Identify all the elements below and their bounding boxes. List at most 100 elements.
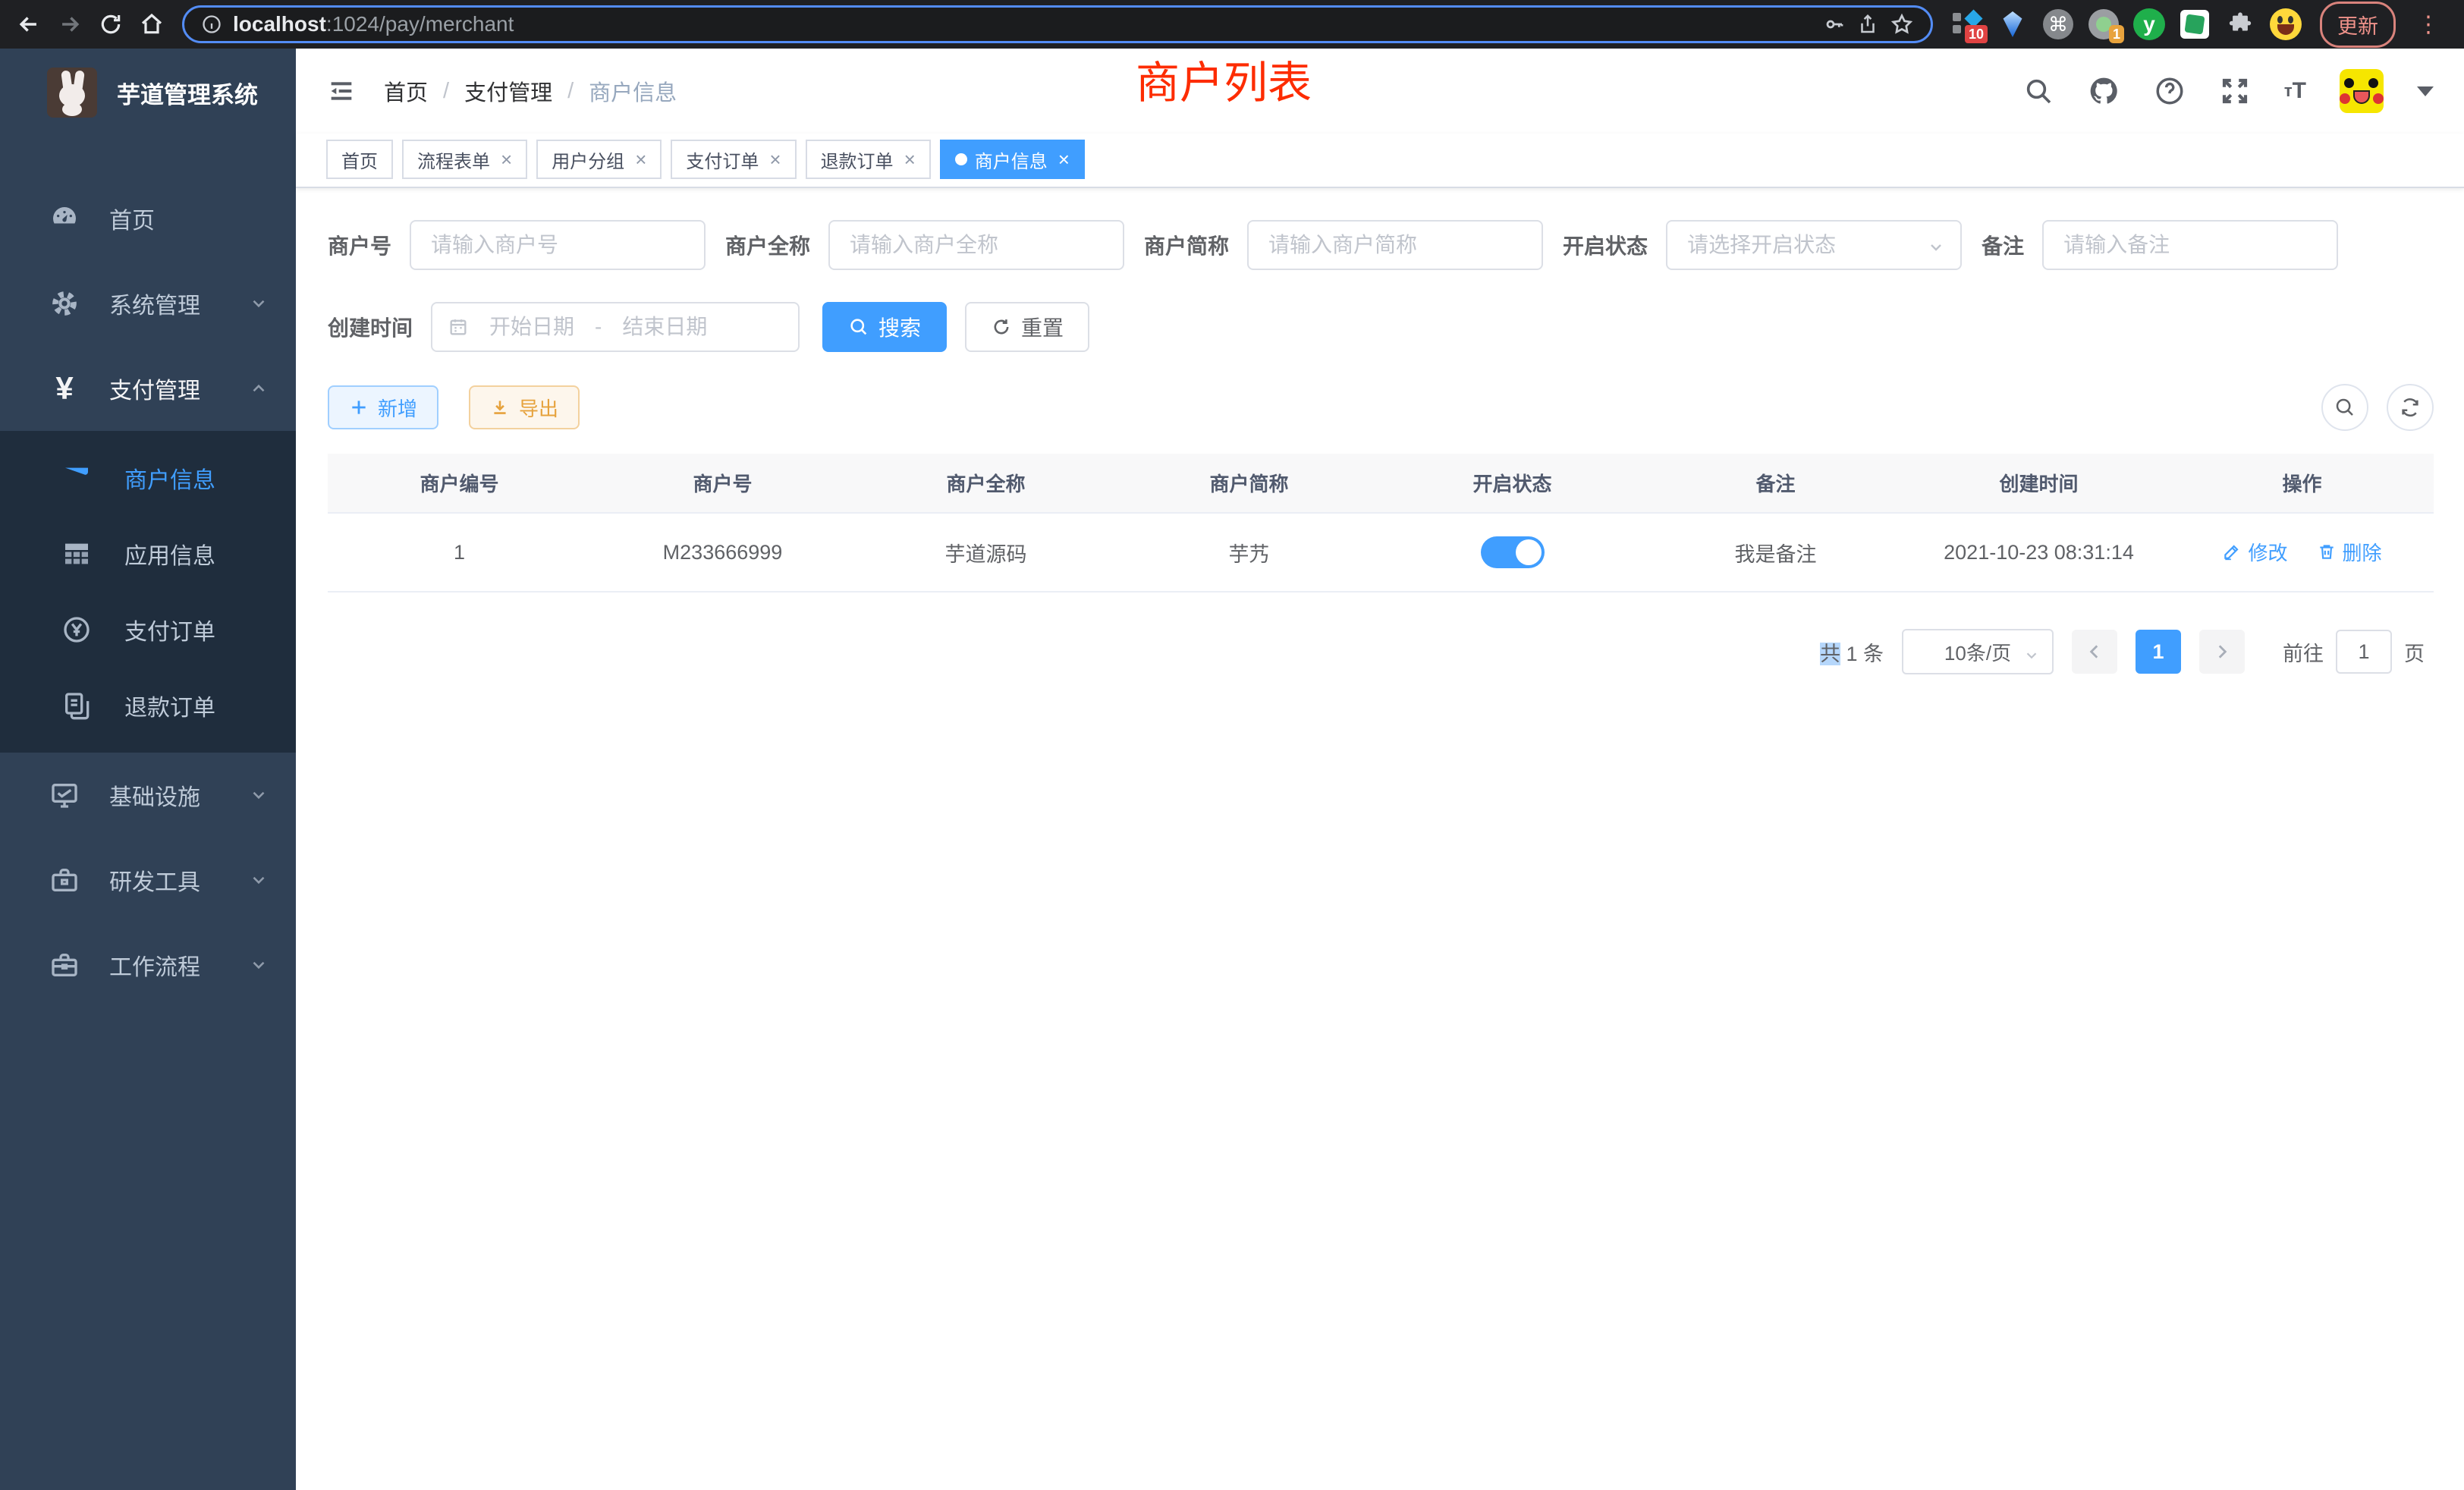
ext-emoji-icon[interactable] xyxy=(2270,8,2302,40)
ext-y-icon[interactable]: y xyxy=(2133,8,2165,40)
page-number-current[interactable]: 1 xyxy=(2136,630,2181,674)
sidebar-logo-row[interactable]: 芋道管理系统 xyxy=(0,49,296,137)
address-bar[interactable]: localhost:1024/pay/merchant xyxy=(182,5,1933,43)
status-toggle[interactable] xyxy=(1481,536,1545,568)
grid-table-icon xyxy=(59,539,94,569)
sidebar-item-label: 商户信息 xyxy=(124,461,215,495)
status-select[interactable] xyxy=(1666,220,1962,270)
refresh-table-icon[interactable] xyxy=(2387,384,2434,431)
page-unit-label: 页 xyxy=(2404,637,2425,667)
ext-tampermonkey-icon[interactable]: 10 xyxy=(1951,8,1983,40)
prev-page-button[interactable] xyxy=(2072,630,2117,674)
share-icon[interactable] xyxy=(1856,13,1879,36)
help-icon[interactable] xyxy=(2154,75,2186,107)
sidebar-item-label: 首页 xyxy=(109,202,155,235)
password-key-icon[interactable] xyxy=(1823,13,1846,36)
tab-flow-form[interactable]: 流程表单× xyxy=(402,140,527,179)
tab-user-group[interactable]: 用户分组× xyxy=(536,140,662,179)
url-path: :1024/pay/merchant xyxy=(326,12,514,36)
sidebar-item-payment[interactable]: ¥ 支付管理 xyxy=(0,346,296,431)
avatar-caret-icon[interactable] xyxy=(2417,86,2434,96)
site-info-icon[interactable] xyxy=(201,14,222,35)
back-icon[interactable] xyxy=(11,6,47,42)
fullscreen-icon[interactable] xyxy=(2219,75,2251,107)
sidebar-item-label: 退款订单 xyxy=(124,689,215,722)
sidebar-fold-icon[interactable] xyxy=(326,76,357,106)
tab-merchant[interactable]: 商户信息× xyxy=(940,140,1085,179)
sidebar-item-merchant[interactable]: 商户信息 xyxy=(0,440,296,516)
breadcrumb-payment[interactable]: 支付管理 xyxy=(464,75,552,107)
url-host: localhost xyxy=(233,12,326,36)
filter-row-2: 创建时间 - 搜索 xyxy=(328,302,2434,352)
home-icon[interactable] xyxy=(134,6,170,42)
edit-link[interactable]: 修改 xyxy=(2222,538,2287,566)
add-button[interactable]: 新增 xyxy=(328,385,438,429)
close-icon[interactable]: × xyxy=(904,149,916,169)
forward-icon[interactable] xyxy=(52,6,88,42)
page-content: 商户号 商户全称 商户简称 开启状态 xyxy=(296,188,2464,1490)
field-label: 商户简称 xyxy=(1144,230,1229,260)
date-range-picker[interactable]: - xyxy=(431,302,800,352)
extensions-area: 10 ⌘ 1 y 更新 ⋮ xyxy=(1945,2,2453,48)
search-button[interactable]: 搜索 xyxy=(822,302,947,352)
sidebar-item-refund-order[interactable]: 退款订单 xyxy=(0,668,296,743)
search-icon[interactable] xyxy=(2023,76,2054,106)
page-size-select[interactable]: 10条/页 xyxy=(1902,629,2054,674)
export-button[interactable]: 导出 xyxy=(469,385,580,429)
col-full-name: 商户全称 xyxy=(854,454,1117,513)
close-icon[interactable]: × xyxy=(1058,149,1070,169)
chevron-down-icon xyxy=(2023,647,2040,664)
chevron-down-icon xyxy=(249,785,269,805)
table-header-row: 商户编号 商户号 商户全称 商户简称 开启状态 备注 创建时间 操作 xyxy=(328,454,2434,513)
tab-home[interactable]: 首页 xyxy=(326,140,393,179)
col-merchant-id: 商户编号 xyxy=(328,454,591,513)
merchant-no-input[interactable] xyxy=(410,220,706,270)
tab-pay-order[interactable]: 支付订单× xyxy=(671,140,796,179)
browser-menu-icon[interactable]: ⋮ xyxy=(2409,11,2447,38)
ext-puzzle-icon[interactable] xyxy=(2224,8,2256,40)
date-end-input[interactable] xyxy=(608,315,721,339)
font-size-icon[interactable]: тT xyxy=(2284,78,2306,104)
sidebar-item-infrastructure[interactable]: 基础设施 xyxy=(0,753,296,838)
ext-badge: 10 xyxy=(1965,25,1988,43)
close-icon[interactable]: × xyxy=(635,149,646,169)
sidebar-item-pay-order[interactable]: 支付订单 xyxy=(0,592,296,668)
sidebar-submenu-payment: 商户信息 应用信息 支付订单 xyxy=(0,431,296,753)
show-search-toggle-icon[interactable] xyxy=(2321,384,2368,431)
github-icon[interactable] xyxy=(2087,74,2120,108)
sidebar-item-home[interactable]: 首页 xyxy=(0,176,296,261)
tab-refund-order[interactable]: 退款订单× xyxy=(806,140,931,179)
close-icon[interactable]: × xyxy=(769,149,781,169)
sidebar-item-system[interactable]: 系统管理 xyxy=(0,261,296,346)
sidebar-item-dev-tools[interactable]: 研发工具 xyxy=(0,838,296,923)
ext-kite-icon[interactable] xyxy=(1997,8,2029,40)
close-icon[interactable]: × xyxy=(501,149,512,169)
next-page-button[interactable] xyxy=(2199,630,2245,674)
full-name-input[interactable] xyxy=(828,220,1124,270)
delete-link[interactable]: 删除 xyxy=(2317,538,2382,566)
cell-full-name: 芋道源码 xyxy=(854,513,1117,592)
chevron-down-icon xyxy=(249,870,269,890)
bookmark-star-icon[interactable] xyxy=(1890,12,1914,36)
ext-command-icon[interactable]: ⌘ xyxy=(2042,8,2074,40)
breadcrumb-home[interactable]: 首页 xyxy=(384,75,428,107)
sidebar-item-workflow[interactable]: 工作流程 xyxy=(0,923,296,1007)
reset-button[interactable]: 重置 xyxy=(965,302,1089,352)
field-label: 商户全称 xyxy=(725,230,810,260)
user-avatar[interactable] xyxy=(2340,69,2384,113)
ext-recorder-icon[interactable]: 1 xyxy=(2088,8,2120,40)
filter-full-name: 商户全称 xyxy=(725,220,1124,270)
url-text: localhost:1024/pay/merchant xyxy=(233,12,1812,36)
filter-status: 开启状态 xyxy=(1563,220,1962,270)
sidebar-item-application[interactable]: 应用信息 xyxy=(0,516,296,592)
remark-input[interactable] xyxy=(2042,220,2338,270)
ext-doc-icon[interactable] xyxy=(2179,8,2211,40)
browser-update-button[interactable]: 更新 xyxy=(2320,2,2396,48)
reload-icon[interactable] xyxy=(93,6,129,42)
dashboard-icon xyxy=(47,203,82,234)
date-start-input[interactable] xyxy=(475,315,589,339)
field-label: 创建时间 xyxy=(328,312,413,342)
screen: localhost:1024/pay/merchant 10 ⌘ 1 xyxy=(0,0,2464,1490)
goto-page-input[interactable] xyxy=(2336,630,2392,674)
short-name-input[interactable] xyxy=(1247,220,1543,270)
